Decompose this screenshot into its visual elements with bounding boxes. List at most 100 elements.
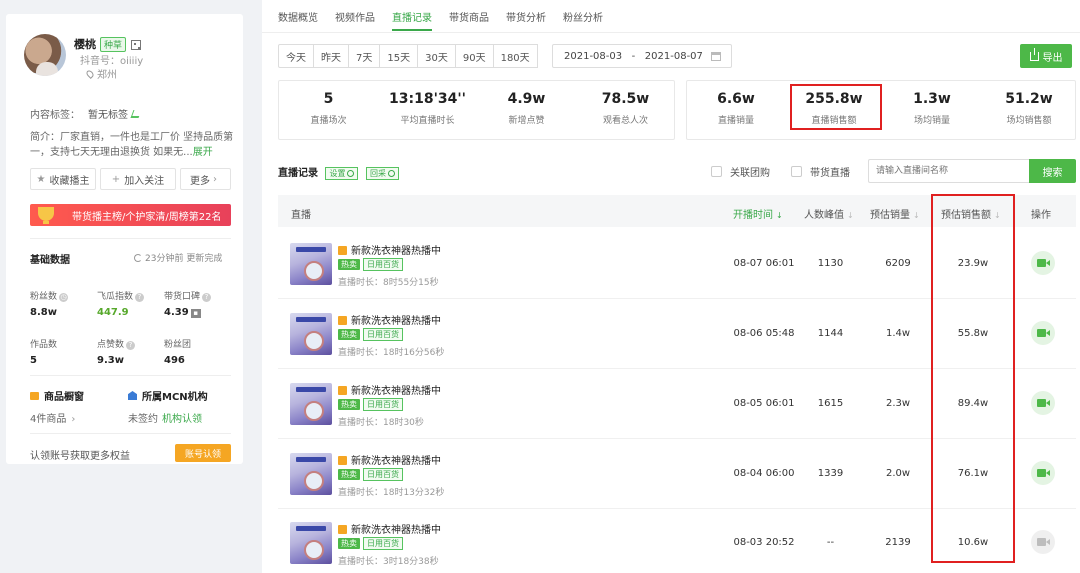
export-button[interactable]: 导出 bbox=[1020, 44, 1072, 68]
stat-fan-group: 粉丝团 496 bbox=[164, 337, 191, 366]
checkbox-icon[interactable] bbox=[711, 166, 722, 177]
tab-overview[interactable]: 数据概览 bbox=[278, 9, 318, 31]
live-title[interactable]: 新款洗衣神器热播中 bbox=[338, 452, 441, 467]
update-status: 23分钟前 更新完成 bbox=[134, 251, 222, 264]
est-sales: 1.4w bbox=[885, 328, 911, 339]
tab-bar: 数据概览 视频作品 直播记录 带货商品 带货分析 粉丝分析 bbox=[278, 9, 620, 31]
filter-live-label: 带货直播 bbox=[810, 168, 850, 179]
profile-card: 樱桃 种草 抖音号：oiiiiy 郑州 内容标签： 暂无标签 简介：厂家直销，一件也… bbox=[6, 14, 243, 464]
institution-icon bbox=[128, 391, 137, 400]
claim-account-button[interactable]: 账号认领 bbox=[175, 444, 231, 462]
stat-label: 粉丝数 bbox=[30, 292, 58, 302]
trophy-icon bbox=[38, 207, 54, 224]
refresh-icon bbox=[387, 170, 395, 177]
live-thumbnail[interactable] bbox=[290, 243, 332, 285]
location: 郑州 bbox=[85, 66, 117, 81]
summary-live-stats: 5 直播场次 13:18'34'' 平均直播时长 4.9w 新增点赞 78.5w 观看总… bbox=[278, 80, 675, 140]
live-title[interactable]: 新款洗衣神器热播中 bbox=[338, 521, 441, 536]
date-today-button[interactable]: 今天 bbox=[278, 44, 314, 68]
mcn-claim-link[interactable]: 机构认领 bbox=[162, 414, 202, 425]
date-30d-button[interactable]: 30天 bbox=[417, 44, 456, 68]
chevron-right-icon: › bbox=[71, 414, 76, 425]
sort-icon: ↓ bbox=[913, 211, 920, 220]
start-time: 08-03 20:52 bbox=[733, 537, 795, 548]
date-90d-button[interactable]: 90天 bbox=[454, 44, 494, 68]
expand-link[interactable]: 展开 bbox=[193, 147, 213, 158]
help-icon[interactable]: ? bbox=[126, 341, 136, 350]
date-7d-button[interactable]: 7天 bbox=[348, 44, 381, 68]
filter-group-buy[interactable]: 关联团购 bbox=[711, 164, 770, 179]
category-tag: 日用百货 bbox=[363, 398, 403, 411]
date-180d-button[interactable]: 180天 bbox=[492, 44, 538, 68]
highlight-box bbox=[790, 84, 882, 130]
col-start-time[interactable]: 开播时间 ↓ bbox=[733, 206, 783, 221]
col-sales[interactable]: 预估销量 ↓ bbox=[870, 206, 920, 221]
start-time: 08-07 06:01 bbox=[733, 258, 795, 269]
shop-title-text: 商品橱窗 bbox=[44, 392, 84, 403]
date-range-picker[interactable]: 2021-08-03 - 2021-08-07 bbox=[552, 44, 732, 68]
summary-value: 6.6w bbox=[717, 91, 755, 107]
refresh-icon[interactable] bbox=[134, 254, 142, 262]
summary-label: 观看总人次 bbox=[602, 116, 648, 126]
review-tag[interactable]: 回采 bbox=[365, 167, 399, 180]
tab-sales-analysis[interactable]: 带货分析 bbox=[506, 9, 546, 31]
more-button[interactable]: 更多 › bbox=[180, 168, 231, 190]
stat-value: 9.3w bbox=[97, 355, 124, 366]
checkbox-icon[interactable] bbox=[791, 166, 802, 177]
help-icon[interactable]: ? bbox=[135, 293, 145, 302]
live-room-search-input[interactable] bbox=[868, 159, 1030, 183]
shop-count-link[interactable]: 4件商品 › bbox=[30, 410, 79, 425]
update-status-text: 23分钟前 更新完成 bbox=[145, 254, 223, 264]
date-15d-button[interactable]: 15天 bbox=[379, 44, 419, 68]
tab-videos[interactable]: 视频作品 bbox=[335, 9, 375, 31]
col-peak[interactable]: 人数峰值 ↓ bbox=[804, 206, 854, 221]
video-camera-icon[interactable] bbox=[1031, 321, 1055, 345]
video-camera-icon bbox=[1031, 530, 1055, 554]
edit-icon[interactable] bbox=[130, 110, 142, 118]
douyin-id: 抖音号：oiiiiy bbox=[80, 56, 144, 67]
live-title[interactable]: 新款洗衣神器热播中 bbox=[338, 312, 441, 327]
live-title[interactable]: 新款洗衣神器热播中 bbox=[338, 242, 441, 257]
chevron-right-icon: › bbox=[213, 173, 217, 185]
rank-banner-text: 带货播主榜/个护家清/周榜第22名 bbox=[72, 211, 222, 223]
summary-label: 场均销售额 bbox=[1006, 116, 1052, 126]
start-time: 08-05 06:01 bbox=[733, 398, 795, 409]
live-title[interactable]: 新款洗衣神器热播中 bbox=[338, 382, 441, 397]
cart-icon bbox=[338, 386, 347, 395]
date-yesterday-button[interactable]: 昨天 bbox=[313, 44, 349, 68]
stat-label: 点赞数 bbox=[97, 340, 125, 350]
tab-fans-analysis[interactable]: 粉丝分析 bbox=[563, 9, 603, 31]
category-tag: 日用百货 bbox=[363, 468, 403, 481]
follow-button[interactable]: + 加入关注 bbox=[100, 168, 176, 190]
hot-tag: 热卖 bbox=[338, 329, 360, 340]
filter-sales-live[interactable]: 带货直播 bbox=[791, 164, 850, 179]
stat-value: 496 bbox=[164, 355, 185, 366]
stat-value: 447.9 bbox=[97, 307, 129, 318]
live-thumbnail[interactable] bbox=[290, 383, 332, 425]
avatar[interactable] bbox=[24, 34, 66, 76]
video-camera-icon[interactable] bbox=[1031, 251, 1055, 275]
favorite-button[interactable]: ★ 收藏播主 bbox=[30, 168, 96, 190]
search-button[interactable]: 搜索 bbox=[1029, 159, 1076, 183]
tab-products[interactable]: 带货商品 bbox=[449, 9, 489, 31]
video-camera-icon[interactable] bbox=[1031, 391, 1055, 415]
shop-window-title: 商品橱窗 bbox=[30, 388, 84, 403]
profile-intro: 简介：厂家直销，一件也是工厂价 坚持品质第一，支持七天无理由退换货 如果无...… bbox=[30, 130, 234, 160]
live-thumbnail[interactable] bbox=[290, 522, 332, 564]
live-thumbnail[interactable] bbox=[290, 313, 332, 355]
est-sales: 2.3w bbox=[885, 398, 911, 409]
rank-banner[interactable]: 带货播主榜/个护家清/周榜第22名 bbox=[30, 204, 231, 226]
content-tag-value: 暂无标签 bbox=[88, 110, 128, 121]
est-sales: 6209 bbox=[885, 258, 911, 269]
summary-item: 1.3w 场均销量 bbox=[883, 81, 981, 139]
live-thumbnail[interactable] bbox=[290, 453, 332, 495]
stat-value: 5 bbox=[30, 355, 37, 366]
est-sales: 2139 bbox=[885, 537, 911, 548]
settings-tag[interactable]: 设置 bbox=[325, 167, 359, 180]
qr-code-icon[interactable] bbox=[131, 40, 142, 50]
summary-item: 78.5w 观看总人次 bbox=[576, 81, 675, 139]
video-camera-icon[interactable] bbox=[1031, 461, 1055, 485]
tab-live-records[interactable]: 直播记录 bbox=[392, 9, 432, 31]
help-icon[interactable]: ? bbox=[202, 293, 212, 302]
hot-tag: 热卖 bbox=[338, 538, 360, 549]
